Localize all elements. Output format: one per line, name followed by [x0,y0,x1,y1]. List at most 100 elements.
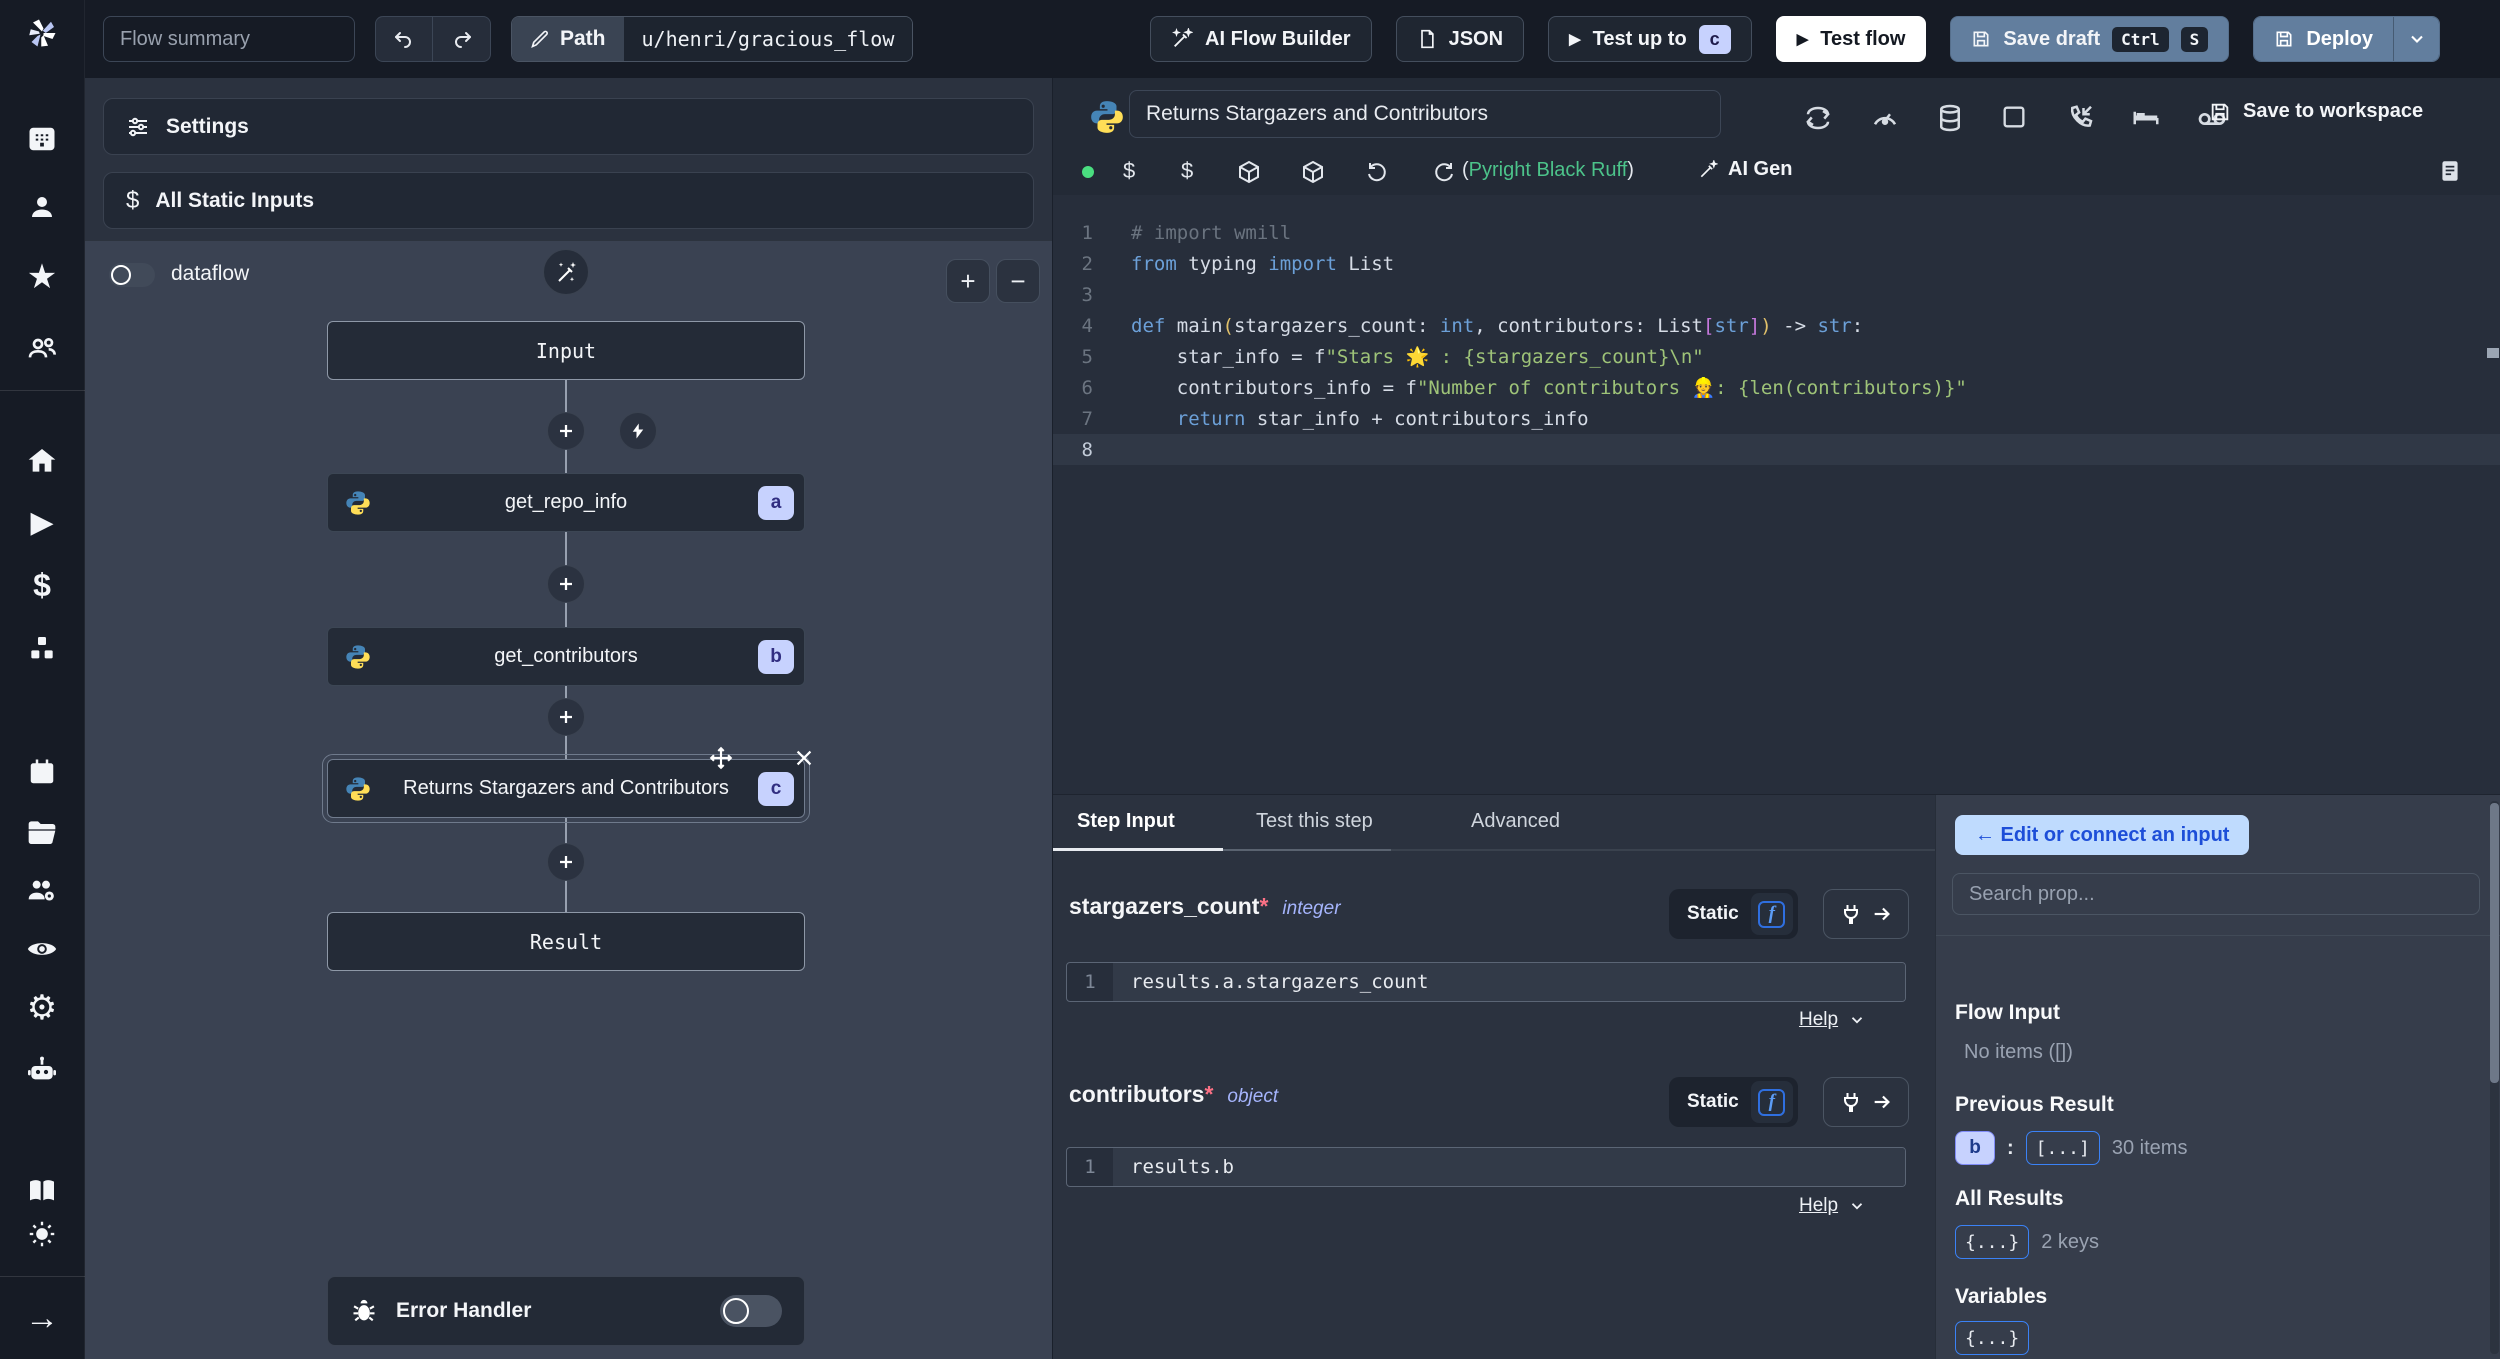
insert-step-button[interactable] [547,565,585,603]
settings-gear-icon[interactable]: ⚙ [27,991,57,1025]
static-expr-toggle[interactable]: Static f [1669,889,1798,939]
theme-sun-icon[interactable] [28,1220,56,1248]
dataflow-toggle[interactable] [109,263,155,287]
error-handler-bar[interactable]: Error Handler [327,1276,805,1346]
editor-scrollbar-thumb[interactable] [2487,348,2499,358]
code-line[interactable]: 5 star_info = f"Stars 🌟 : {stargazers_co… [1053,341,2500,372]
expand-sidebar-arrow-icon[interactable]: → [25,1301,59,1335]
flow-settings-button[interactable]: Settings [103,98,1034,155]
all-static-inputs-button[interactable]: $ All Static Inputs [103,172,1034,229]
trigger-bolt-button[interactable] [619,412,657,450]
step-id-badge[interactable]: b [1955,1131,1995,1165]
key-count: 2 keys [2041,1230,2099,1253]
code-line[interactable]: 2 from typing import List [1053,248,2500,279]
code-line[interactable]: 8 [1053,434,2500,465]
code-line[interactable]: 7 return star_info + contributors_info [1053,403,2500,434]
step-editor-panel: Save to workspace $ $ (Pyright Black Ruf… [1052,78,2500,1359]
flow-node-step-a[interactable]: get_repo_info a [327,473,805,532]
test-up-to-button[interactable]: ▶ Test up to c [1548,16,1752,62]
code-line[interactable]: 3 [1053,279,2500,310]
docs-book-icon[interactable] [26,1175,58,1207]
ai-graph-wand-button[interactable] [543,249,589,295]
step-title-input[interactable] [1129,90,1721,138]
package-icon[interactable] [1301,160,1325,184]
scrollbar-track[interactable] [2490,801,2499,1354]
flow-summary-input[interactable] [103,16,355,62]
connect-input-plug-button[interactable] [1823,889,1909,939]
ai-gen-button[interactable]: AI Gen [1698,158,1792,181]
undo-button[interactable] [376,17,433,61]
tab-advanced[interactable]: Advanced [1471,795,1560,848]
edit-or-connect-input-button[interactable]: ← Edit or connect an input [1955,815,2250,855]
javascript-expr-toggle[interactable]: f [1750,893,1793,935]
insert-step-button[interactable] [547,698,585,736]
code-line[interactable]: 1 # import wmill [1053,217,2500,248]
star-icon[interactable]: ★ [27,260,57,294]
help-link[interactable]: Help [1799,1195,1866,1217]
variable-dollar-icon[interactable]: $ [1123,158,1135,184]
robot-icon[interactable] [26,1054,58,1086]
users-group-icon[interactable] [26,332,58,364]
user-icon[interactable] [27,192,57,222]
schedules-icon[interactable] [27,757,57,787]
mock-square-icon[interactable] [2000,103,2028,131]
variables-icon[interactable]: $ [33,569,51,601]
resources-icon[interactable] [26,633,58,665]
prop-search-input[interactable] [1952,873,2480,915]
apps-icon[interactable] [27,124,57,154]
sleep-bed-icon[interactable] [2131,103,2161,133]
code-line[interactable]: 4 def main(stargazers_count: int, contrib… [1053,310,2500,341]
insert-step-button[interactable] [547,843,585,881]
error-handler-toggle[interactable] [720,1295,782,1327]
redo-button[interactable] [433,17,490,61]
cache-database-icon[interactable] [1935,103,1965,133]
windmill-logo[interactable] [24,15,60,51]
move-node-handle[interactable] [708,745,734,771]
code-editor[interactable]: 1 # import wmill 2 from typing import List 3… [1053,195,2500,794]
expr-input-stargazers-count[interactable]: 1 results.a.stargazers_count [1066,962,1906,1002]
scrollbar-thumb[interactable] [2490,803,2499,1083]
audit-logs-eye-icon[interactable] [25,932,59,966]
workers-icon[interactable] [26,874,58,906]
json-button[interactable]: JSON [1395,16,1525,62]
expr-input-contributors[interactable]: 1 results.b [1066,1147,1906,1187]
connect-input-plug-button[interactable] [1823,1077,1909,1127]
deploy-options-chevron[interactable] [2393,17,2439,61]
deploy-button[interactable]: Deploy [2254,17,2393,61]
flow-node-step-b[interactable]: get_contributors b [327,627,805,686]
zoom-in-button[interactable]: + [946,259,990,303]
reload-redo-icon[interactable] [1432,160,1456,184]
help-link[interactable]: Help [1799,1009,1866,1031]
array-expand-badge[interactable]: [...] [2025,1131,2100,1165]
code-line[interactable]: 6 contributors_info = f"Number of contri… [1053,372,2500,403]
early-stop-gauge-icon[interactable] [1870,103,1900,133]
ai-flow-builder-button[interactable]: AI Flow Builder [1150,16,1372,62]
reset-undo-icon[interactable] [1365,160,1389,184]
plus-icon: + [960,265,976,296]
save-draft-button[interactable]: Save draft Ctrl S [1950,16,2230,62]
tab-test-this-step[interactable]: Test this step [1256,795,1373,848]
path-value[interactable]: u/henri/gracious_flow [623,17,913,61]
object-expand-badge[interactable]: {...} [1955,1225,2030,1259]
path-control[interactable]: Path u/henri/gracious_flow [511,16,914,62]
flow-node-input[interactable]: Input [327,321,805,380]
resource-dollar-icon[interactable]: $ [1181,158,1193,184]
zoom-out-button[interactable]: − [996,259,1040,303]
javascript-expr-toggle[interactable]: f [1750,1081,1793,1123]
script-library-icon[interactable] [2437,158,2463,184]
folders-icon[interactable] [26,816,58,848]
suspend-phone-icon[interactable] [2066,103,2096,133]
retry-icon[interactable] [1803,103,1833,133]
static-expr-toggle[interactable]: Static f [1669,1077,1798,1127]
object-expand-badge[interactable]: {...} [1955,1321,2030,1355]
flow-node-result[interactable]: Result [327,912,805,971]
tab-step-input[interactable]: Step Input [1077,795,1175,848]
runs-icon[interactable]: ▶ [30,508,53,538]
test-flow-button[interactable]: ▶ Test flow [1775,16,1927,62]
home-icon[interactable] [26,445,58,477]
delete-node-button[interactable] [793,747,815,769]
package-icon[interactable] [1237,160,1261,184]
save-to-workspace-button[interactable]: Save to workspace [2209,100,2423,123]
insert-step-button[interactable] [547,412,585,450]
colon: : [2007,1136,2014,1159]
